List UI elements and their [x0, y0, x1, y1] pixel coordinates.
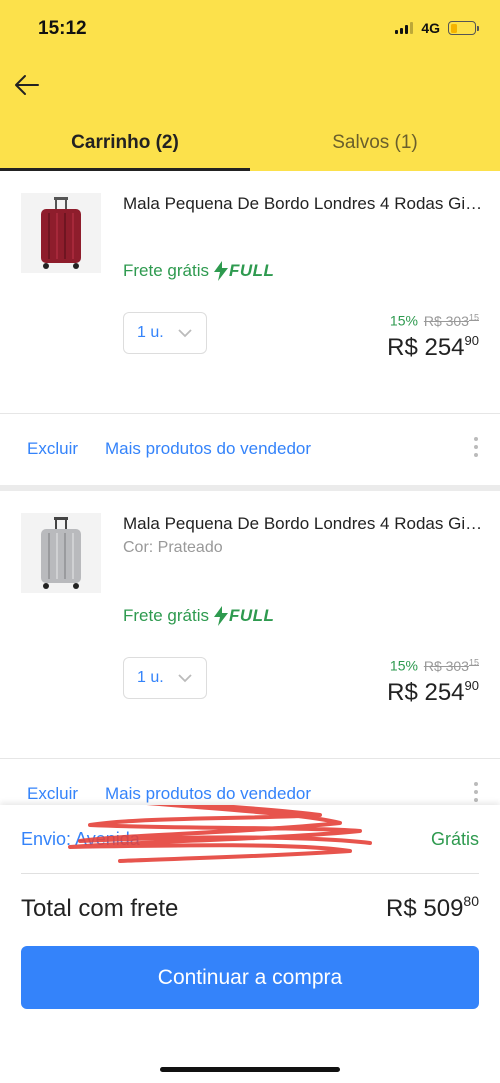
suitcase-red-image	[41, 197, 81, 269]
home-indicator	[160, 1067, 340, 1072]
divider	[0, 758, 500, 759]
more-options-icon[interactable]	[473, 782, 479, 802]
full-badge-text: FULL	[228, 261, 275, 280]
divider	[21, 873, 479, 874]
product-thumbnail[interactable]	[21, 513, 101, 593]
total-row: Total com frete R$ 50980	[21, 893, 479, 923]
current-price: R$ 25490	[387, 677, 479, 706]
discount-percent: 15%	[389, 312, 418, 329]
tab-cart[interactable]: Carrinho (2)	[0, 118, 250, 171]
delete-button[interactable]: Excluir	[27, 439, 78, 459]
discount-percent: 15%	[389, 657, 418, 674]
product-title[interactable]: Mala Pequena De Bordo Londres 4 Rodas Gi…	[123, 514, 483, 534]
quantity-selector[interactable]: 1 u.	[123, 312, 207, 354]
price-block: 15% R$ 30315 R$ 25490	[387, 312, 479, 362]
delete-button[interactable]: Excluir	[27, 784, 78, 804]
free-shipping-text: Frete grátis	[123, 606, 209, 625]
total-value: R$ 50980	[386, 893, 479, 922]
more-options-icon[interactable]	[473, 437, 479, 457]
shipping-cost: Grátis	[430, 829, 479, 849]
free-shipping-label: Frete grátis FULL	[123, 606, 274, 626]
total-label: Total com frete	[21, 895, 179, 922]
lightning-icon	[213, 261, 228, 281]
quantity-selector[interactable]: 1 u.	[123, 657, 207, 699]
more-from-seller-link[interactable]: Mais produtos do vendedor	[105, 439, 311, 459]
full-badge: FULL	[213, 606, 274, 626]
signal-icon	[395, 22, 414, 34]
full-badge: FULL	[213, 261, 274, 281]
redaction-scribble	[68, 805, 372, 863]
lightning-icon	[213, 606, 228, 626]
price-block: 15% R$ 30315 R$ 25490	[387, 657, 479, 707]
cart-item-card: Mala Pequena De Bordo Londres 4 Rodas Gi…	[0, 171, 500, 485]
network-type: 4G	[421, 20, 440, 36]
old-price: R$ 30315	[423, 312, 479, 329]
chevron-down-icon	[178, 329, 192, 338]
status-time: 15:12	[38, 18, 87, 39]
battery-icon	[448, 21, 479, 35]
chevron-down-icon	[178, 674, 192, 683]
checkout-summary: Envio: Avenida Grátis Total com frete R$…	[0, 805, 500, 1083]
app-header: 15:12 4G Carrinho (2) Salvos (1)	[0, 0, 500, 171]
continue-purchase-button[interactable]: Continuar a compra	[21, 946, 479, 1009]
free-shipping-label: Frete grátis FULL	[123, 261, 274, 281]
status-indicators: 4G	[395, 20, 479, 36]
item-actions: Excluir Mais produtos do vendedor	[27, 439, 311, 459]
product-title[interactable]: Mala Pequena De Bordo Londres 4 Rodas Gi…	[123, 194, 483, 214]
more-from-seller-link[interactable]: Mais produtos do vendedor	[105, 784, 311, 804]
item-actions: Excluir Mais produtos do vendedor	[27, 784, 311, 804]
product-variant: Cor: Prateado	[123, 539, 223, 556]
back-arrow-icon[interactable]	[12, 70, 42, 100]
old-price: R$ 30315	[423, 657, 479, 674]
divider	[0, 413, 500, 414]
full-badge-text: FULL	[228, 606, 275, 625]
quantity-value: 1 u.	[137, 669, 164, 686]
tab-saved[interactable]: Salvos (1)	[250, 118, 500, 171]
suitcase-silver-image	[41, 517, 81, 589]
cart-item-card: Mala Pequena De Bordo Londres 4 Rodas Gi…	[0, 491, 500, 821]
current-price: R$ 25490	[387, 332, 479, 361]
quantity-value: 1 u.	[137, 324, 164, 341]
free-shipping-text: Frete grátis	[123, 261, 209, 280]
product-thumbnail[interactable]	[21, 193, 101, 273]
